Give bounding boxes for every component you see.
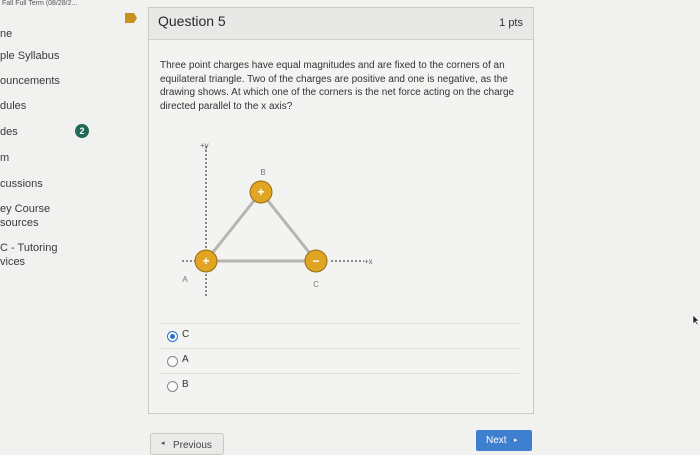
answer-option-label: C	[182, 329, 190, 340]
triangle-side-bc	[259, 191, 318, 262]
charge-triangle-figure: +y +x + B + A − C	[182, 141, 373, 298]
question-panel: Question 5 1 pts Three point charges hav…	[148, 7, 534, 414]
radio-button[interactable]	[167, 381, 178, 392]
question-header: Question 5 1 pts	[149, 8, 533, 40]
charge-a: + A	[182, 249, 218, 284]
answer-option-a[interactable]: A	[159, 348, 519, 373]
sidebar-item-label-line2: vices	[0, 256, 26, 268]
sidebar-item-grades[interactable]: des	[0, 125, 18, 139]
next-button-label: Next	[486, 435, 507, 446]
corner-c-label: C	[313, 280, 319, 289]
sidebar-item-home[interactable]: ne	[0, 27, 12, 41]
sidebar-item-announcements[interactable]: ouncements	[0, 74, 60, 88]
corner-a-label: A	[182, 275, 188, 284]
sidebar-item-syllabus[interactable]: ple Syllabus	[0, 49, 59, 63]
sidebar-item-discussions[interactable]: cussions	[0, 177, 43, 191]
flag-question-icon[interactable]	[124, 12, 138, 24]
charge-b: + B	[249, 168, 273, 204]
grades-count-badge: 2	[75, 124, 89, 138]
answer-option-label: B	[182, 379, 189, 390]
previous-button-label: Previous	[173, 440, 212, 451]
sidebar-item-label: ey Course	[0, 203, 51, 215]
mouse-cursor-icon	[692, 314, 700, 326]
sidebar-item-modules[interactable]: dules	[0, 99, 26, 113]
question-title: Question 5	[158, 13, 226, 29]
next-arrow-icon: ▸	[514, 437, 518, 444]
answer-option-label: A	[182, 354, 189, 365]
triangle-side-ab	[204, 191, 263, 262]
sidebar-item-course-resources[interactable]: ey Course sources	[0, 202, 50, 230]
radio-button[interactable]	[167, 356, 178, 367]
charge-c: − C	[304, 249, 328, 289]
radio-button-selected[interactable]	[167, 331, 178, 342]
corner-b-label: B	[260, 168, 265, 177]
sidebar-item-zoom[interactable]: m	[0, 151, 9, 165]
course-sidebar: ne ple Syllabus ouncements dules des 2 m…	[0, 0, 140, 449]
next-button[interactable]: Next ▸	[476, 430, 532, 451]
sidebar-item-tutoring[interactable]: C - Tutoring vices	[0, 241, 57, 269]
y-axis-label: +y	[200, 141, 209, 150]
answer-option-c[interactable]: C	[159, 323, 519, 348]
previous-button[interactable]: ◂ Previous	[150, 433, 224, 455]
x-axis-label: +x	[364, 257, 373, 266]
answer-option-b[interactable]: B	[159, 373, 519, 398]
charge-a-sign: +	[202, 254, 209, 268]
previous-arrow-icon: ◂	[161, 440, 165, 447]
sidebar-item-label-line2: sources	[0, 217, 39, 229]
sidebar-item-label: C - Tutoring	[0, 242, 58, 254]
charge-c-sign: −	[312, 254, 319, 268]
charge-b-sign: +	[257, 185, 264, 199]
question-points: 1 pts	[499, 17, 523, 29]
question-text: Three point charges have equal magnitude…	[160, 60, 515, 112]
